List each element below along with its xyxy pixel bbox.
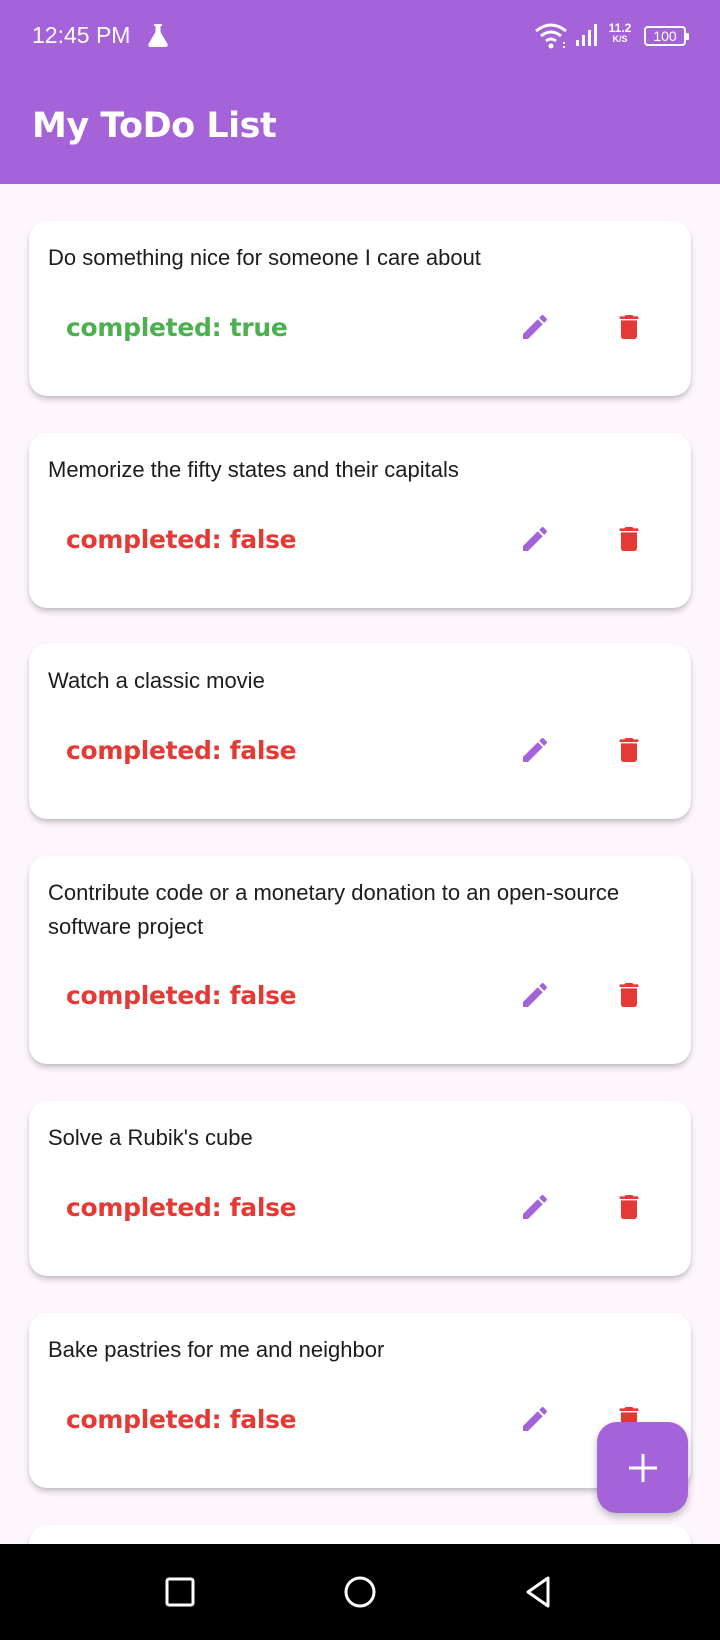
todo-card[interactable]: Solve a Rubik's cube completed: false bbox=[29, 1101, 691, 1276]
todo-status: completed: false bbox=[66, 981, 297, 1010]
edit-pencil-icon bbox=[523, 314, 548, 339]
screen: 12:45 PM 11.2 K/S 100 My ToDo List Do so… bbox=[0, 0, 720, 1640]
todo-status: completed: false bbox=[66, 1405, 297, 1434]
delete-trash-icon bbox=[619, 983, 639, 1007]
edit-pencil-icon bbox=[523, 1406, 548, 1431]
todo-title: Do something nice for someone I care abo… bbox=[48, 245, 481, 270]
todo-status: completed: false bbox=[66, 1193, 297, 1222]
edit-pencil-icon bbox=[523, 1194, 548, 1219]
todo-card[interactable]: Memorize the fifty states and their capi… bbox=[29, 433, 691, 608]
recent-apps-icon[interactable] bbox=[160, 1572, 200, 1612]
todo-title: Contribute code or a monetary donation t… bbox=[48, 880, 620, 939]
net-speed-value: 11.2 bbox=[608, 21, 632, 35]
delete-button[interactable] bbox=[605, 303, 653, 351]
todo-status: completed: false bbox=[66, 736, 297, 765]
add-todo-button[interactable] bbox=[597, 1422, 688, 1513]
battery-icon: 100 bbox=[644, 26, 689, 46]
delete-trash-icon bbox=[619, 315, 639, 339]
todo-status: completed: true bbox=[66, 313, 288, 342]
signal-icon bbox=[576, 24, 597, 46]
edit-pencil-icon bbox=[523, 737, 548, 762]
todo-card[interactable]: Watch a classic movie completed: false bbox=[29, 644, 691, 819]
wifi-icon bbox=[535, 23, 567, 49]
todo-card[interactable]: Contribute code or a monetary donation t… bbox=[29, 856, 691, 1064]
back-icon[interactable] bbox=[518, 1572, 558, 1612]
app-bar: 12:45 PM 11.2 K/S 100 My ToDo List bbox=[0, 0, 720, 184]
edit-button[interactable] bbox=[511, 1395, 559, 1443]
todo-card[interactable]: Do something nice for someone I care abo… bbox=[29, 221, 691, 396]
edit-button[interactable] bbox=[511, 726, 559, 774]
edit-button[interactable] bbox=[511, 1183, 559, 1231]
flask-icon bbox=[148, 24, 168, 48]
edit-pencil-icon bbox=[523, 982, 548, 1007]
todo-card[interactable] bbox=[29, 1525, 691, 1544]
edit-button[interactable] bbox=[511, 515, 559, 563]
todo-title: Bake pastries for me and neighbor bbox=[48, 1337, 385, 1362]
net-speed-unit: K/S bbox=[612, 34, 628, 44]
app-title: My ToDo List bbox=[32, 106, 277, 146]
edit-button[interactable] bbox=[511, 303, 559, 351]
net-speed: 11.2 K/S bbox=[604, 22, 636, 45]
todo-card[interactable]: Bake pastries for me and neighbor comple… bbox=[29, 1313, 691, 1488]
delete-trash-icon bbox=[619, 527, 639, 551]
delete-trash-icon bbox=[619, 1195, 639, 1219]
delete-trash-icon bbox=[619, 738, 639, 762]
plus-icon bbox=[628, 1453, 657, 1482]
delete-button[interactable] bbox=[605, 1183, 653, 1231]
todo-title: Memorize the fifty states and their capi… bbox=[48, 457, 459, 482]
delete-button[interactable] bbox=[605, 515, 653, 563]
delete-button[interactable] bbox=[605, 726, 653, 774]
status-bar: 12:45 PM 11.2 K/S 100 bbox=[0, 0, 720, 72]
todo-status: completed: false bbox=[66, 525, 297, 554]
todo-title: Watch a classic movie bbox=[48, 668, 265, 693]
home-icon[interactable] bbox=[340, 1572, 380, 1612]
edit-pencil-icon bbox=[523, 526, 548, 551]
status-time: 12:45 PM bbox=[32, 22, 131, 48]
todo-title: Solve a Rubik's cube bbox=[48, 1125, 253, 1150]
todo-list[interactable]: Do something nice for someone I care abo… bbox=[0, 184, 720, 1544]
delete-button[interactable] bbox=[605, 971, 653, 1019]
edit-button[interactable] bbox=[511, 971, 559, 1019]
navigation-bar bbox=[0, 1544, 720, 1640]
